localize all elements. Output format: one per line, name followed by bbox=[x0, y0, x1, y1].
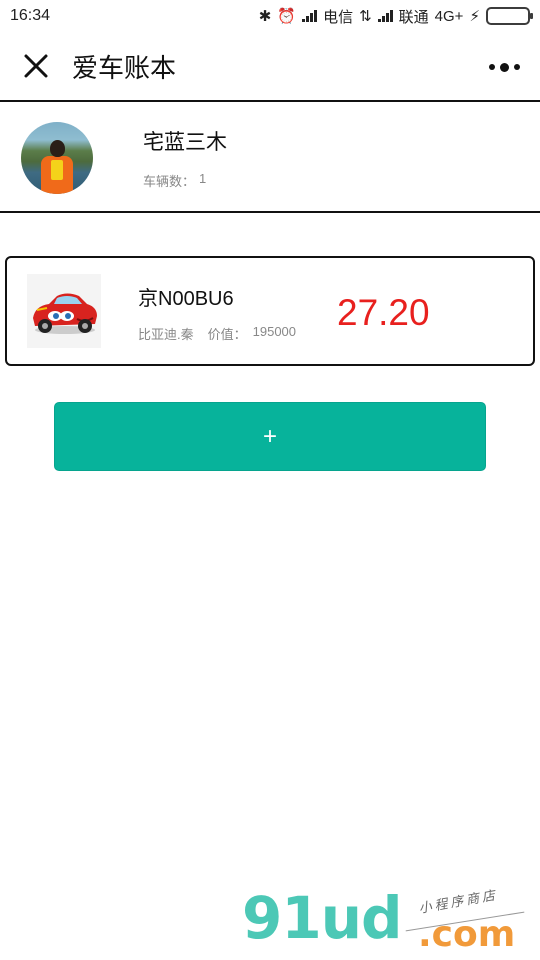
watermark-domain: .com bbox=[418, 914, 516, 955]
car-icon bbox=[27, 274, 101, 348]
car-value: 195000 bbox=[252, 324, 297, 339]
signal-icon-2 bbox=[377, 10, 393, 22]
car-cost: 27.20 bbox=[337, 292, 430, 333]
page-title: 爱车账本 bbox=[72, 52, 177, 83]
close-icon bbox=[24, 54, 48, 78]
vehicle-count-label: 车辆数： bbox=[143, 174, 196, 189]
watermark-tagline: 小程序商店 bbox=[417, 887, 499, 916]
watermark-logo: 91ud 小程序商店 .com bbox=[240, 885, 540, 960]
more-options-button[interactable] bbox=[484, 54, 524, 80]
nav-bar: 爱车账本 bbox=[0, 32, 540, 102]
username: 宅蓝三木 bbox=[143, 131, 227, 154]
car-card[interactable]: 京N00BU6 比亚迪.秦 价值： 195000 27.20 bbox=[5, 256, 535, 366]
profile-header: 宅蓝三木 车辆数： 1 bbox=[0, 103, 540, 213]
data-transfer-icon: ⇅ bbox=[359, 7, 372, 25]
status-time: 16:34 bbox=[10, 7, 51, 24]
charging-icon: ⚡ bbox=[469, 7, 480, 25]
status-icons: ✱ ⏰ 电信 ⇅ 联通 4G+ ⚡ bbox=[258, 6, 533, 27]
car-meta: 比亚迪.秦 价值： 195000 bbox=[138, 324, 296, 343]
alarm-off-icon: ⏰ bbox=[277, 7, 297, 25]
battery-icon bbox=[486, 7, 533, 25]
car-plate: 京N00BU6 bbox=[138, 288, 234, 310]
close-button[interactable] bbox=[0, 31, 72, 101]
status-bar: 16:34 ✱ ⏰ 电信 ⇅ 联通 4G+ ⚡ bbox=[0, 0, 540, 32]
signal-icon bbox=[302, 10, 318, 22]
network-type: 4G+ bbox=[434, 7, 464, 25]
watermark-main: 91ud bbox=[242, 884, 403, 952]
vehicle-count: 车辆数： 1 bbox=[143, 171, 206, 190]
more-dots-icon bbox=[488, 64, 495, 70]
vehicle-count-value: 1 bbox=[199, 171, 207, 186]
add-car-button[interactable]: + bbox=[54, 402, 486, 471]
bluetooth-icon: ✱ bbox=[258, 7, 272, 25]
avatar[interactable] bbox=[21, 122, 93, 194]
carrier-1: 电信 bbox=[323, 8, 354, 26]
carrier-2: 联通 bbox=[398, 8, 429, 26]
car-value-label: 价值： bbox=[207, 327, 247, 342]
car-model: 比亚迪.秦 bbox=[138, 327, 194, 342]
